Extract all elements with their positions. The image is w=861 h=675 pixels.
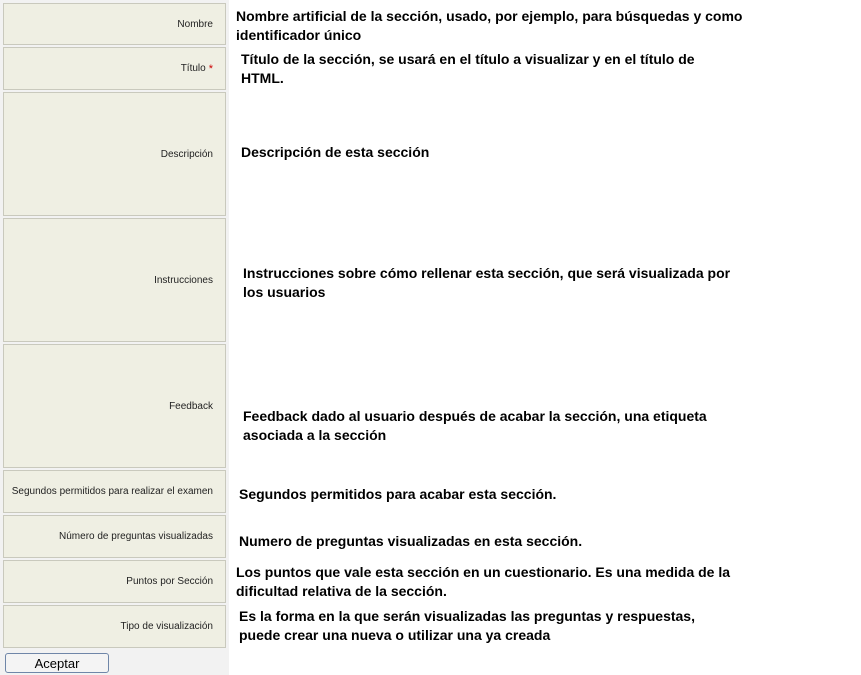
field-description-feedback: Feedback dado al usuario después de acab… <box>243 408 707 443</box>
field-description-nombre: Nombre artificial de la sección, usado, … <box>236 8 743 43</box>
field-description-tipo-visualizacion: Es la forma en la que serán visualizadas… <box>239 608 695 643</box>
field-label-text: Puntos por Sección <box>126 576 213 587</box>
field-label-text: Número de preguntas visualizadas <box>59 531 213 542</box>
field-label-text: Descripción <box>160 148 213 160</box>
accept-button[interactable]: Aceptar <box>5 653 109 673</box>
field-label-text: Nombre <box>177 18 213 30</box>
field-description-puntos: Los puntos que vale esta sección en un c… <box>236 564 731 599</box>
field-label-instrucciones: Instrucciones <box>3 218 226 342</box>
field-label-numero-preguntas: Número de preguntas visualizadas <box>3 515 226 558</box>
field-description-numero-preguntas: Numero de preguntas visualizadas en esta… <box>239 533 583 549</box>
required-asterisk: * <box>208 62 213 75</box>
field-label-text: Tipo de visualización <box>120 621 213 632</box>
field-description-descripcion: Descripción de esta sección <box>241 144 430 160</box>
field-label-text: Instrucciones <box>154 274 213 286</box>
field-label-tipo-visualizacion: Tipo de visualización <box>3 605 226 648</box>
field-description-titulo: Título de la sección, se usará en el tít… <box>241 51 695 86</box>
field-description-segundos: Segundos permitidos para acabar esta sec… <box>239 486 557 502</box>
field-label-feedback: Feedback <box>3 344 226 468</box>
field-label-text: Segundos permitidos para realizar el exa… <box>11 486 213 497</box>
field-label-text: Título <box>180 63 206 74</box>
field-label-nombre: Nombre <box>3 3 226 45</box>
field-label-titulo: Título * <box>3 47 226 90</box>
field-label-puntos: Puntos por Sección <box>3 560 226 603</box>
field-label-text: Feedback <box>169 400 213 412</box>
field-label-descripcion: Descripción <box>3 92 226 216</box>
field-label-segundos: Segundos permitidos para realizar el exa… <box>3 470 226 513</box>
field-description-instrucciones: Instrucciones sobre cómo rellenar esta s… <box>243 265 731 300</box>
